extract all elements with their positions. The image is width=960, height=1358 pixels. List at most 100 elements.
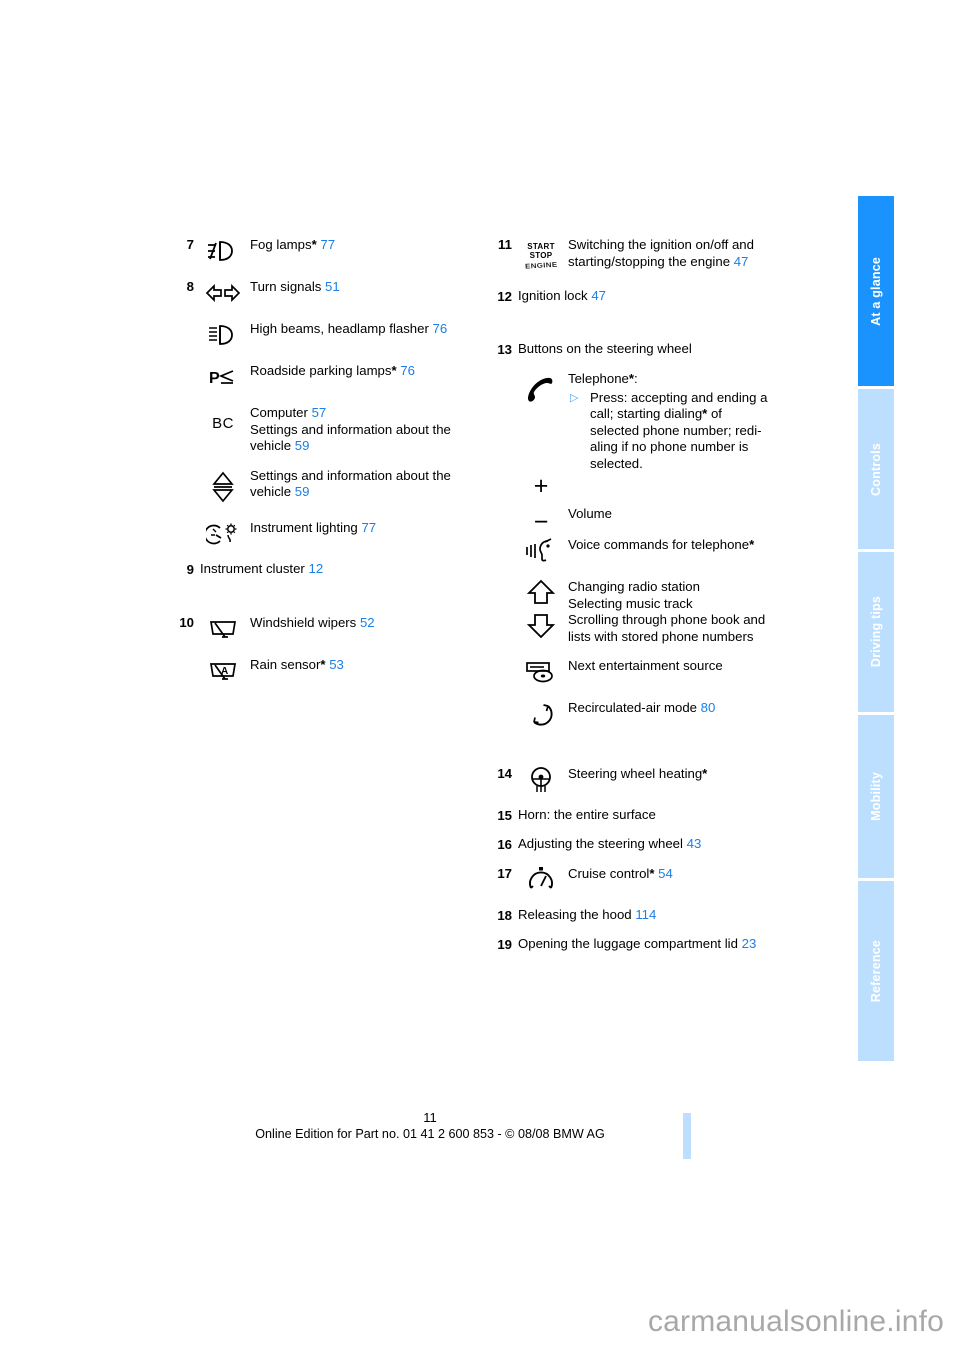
- high-beam-icon: [200, 320, 250, 350]
- list-item-high-beams: High beams, headlamp flasher 76: [168, 320, 478, 350]
- list-item-9: 9 Instrument cluster 12: [168, 561, 478, 578]
- turn-signal-icon: [200, 278, 250, 308]
- item-label-line3: vehicle: [250, 438, 292, 453]
- start-stop-line1: START: [527, 242, 555, 251]
- item-number: 18: [497, 908, 512, 923]
- item-label: Steering wheel heating: [568, 766, 703, 781]
- item-text: Switching the ignition on/off and starti…: [568, 236, 796, 270]
- bullet-line2: call; starting dialing: [590, 406, 703, 421]
- page-reference[interactable]: 57: [312, 405, 327, 420]
- tab-controls[interactable]: Controls: [858, 389, 894, 549]
- page-reference[interactable]: 47: [591, 288, 606, 303]
- item-label: Cruise control: [568, 866, 650, 881]
- item-text: Horn: the entire surface: [518, 807, 796, 824]
- item-number: 7: [186, 237, 194, 252]
- item-label: Next entertainment source: [568, 658, 723, 673]
- tab-at-a-glance[interactable]: At a glance: [858, 196, 894, 386]
- page-reference[interactable]: 47: [734, 254, 749, 269]
- right-column: 11 START STOP ENGINE Switching the ignit…: [486, 236, 796, 955]
- item-text: Buttons on the steering wheel: [518, 341, 796, 358]
- page-footer: 11 Online Edition for Part no. 01 41 2 6…: [0, 1110, 860, 1141]
- page-reference[interactable]: 12: [308, 561, 323, 576]
- page-reference[interactable]: 77: [361, 520, 376, 535]
- list-item-7: 7 Fog lamps* 77: [168, 236, 478, 266]
- page-reference[interactable]: 114: [635, 907, 656, 922]
- page-reference[interactable]: 80: [701, 700, 716, 715]
- minus-icon: −: [533, 508, 549, 536]
- bullet-text: Press: accepting and ending a call; star…: [590, 390, 796, 473]
- start-stop-line2: STOP: [529, 251, 553, 260]
- page-reference[interactable]: 54: [658, 866, 673, 881]
- list-item-13: 13 Buttons on the steering wheel: [486, 341, 796, 358]
- item-text: High beams, headlamp flasher 76: [250, 320, 478, 338]
- item-label: Recirculated-air mode: [568, 700, 697, 715]
- item-label-line2: Settings and information about the: [250, 421, 451, 437]
- page-reference[interactable]: 43: [687, 836, 702, 851]
- fog-lamp-icon: [200, 236, 250, 266]
- tab-mobility[interactable]: Mobility: [858, 715, 894, 878]
- bullet-marker-icon: ▷: [570, 391, 579, 404]
- item-label: Volume: [568, 506, 612, 521]
- left-column: 7 Fog lamps* 77 8 Turn signals 51 High b…: [168, 236, 478, 688]
- page-reference[interactable]: 59: [295, 438, 310, 453]
- recirculated-air-icon: [518, 699, 568, 729]
- item-text: Volume: [568, 484, 796, 523]
- windshield-wiper-icon: [200, 614, 250, 644]
- item-number: 19: [497, 937, 512, 952]
- list-item-instrument-lighting: Instrument lighting 77: [168, 519, 478, 549]
- item-number: 11: [498, 237, 512, 252]
- voice-command-icon: [518, 536, 568, 566]
- item-label-line2: vehicle: [250, 484, 292, 499]
- page-reference[interactable]: 51: [325, 279, 340, 294]
- item-label-line2: starting/stopping the engine: [568, 253, 731, 269]
- optional-marker: *: [311, 237, 317, 252]
- page-reference[interactable]: 23: [742, 936, 757, 951]
- item-text: Turn signals 51: [250, 278, 478, 296]
- tab-reference[interactable]: Reference: [858, 881, 894, 1061]
- list-item-14: 14 Steering wheel heating*: [486, 765, 796, 795]
- list-item-voice-commands: Voice commands for telephone*: [486, 536, 796, 566]
- optional-marker: *: [391, 363, 397, 378]
- page-content: 7 Fog lamps* 77 8 Turn signals 51 High b…: [0, 0, 860, 1060]
- item-label-line4: lists with stored phone numbers: [568, 628, 754, 644]
- tab-driving-tips[interactable]: Driving tips: [858, 552, 894, 712]
- list-item-18: 18 Releasing the hood 114: [486, 907, 796, 924]
- page-reference[interactable]: 53: [329, 657, 344, 672]
- item-label: Settings and information about the: [250, 467, 451, 483]
- item-text: Steering wheel heating*: [568, 765, 796, 783]
- list-item-15: 15 Horn: the entire surface: [486, 807, 796, 824]
- bc-computer-icon: BC: [200, 404, 250, 444]
- cruise-control-icon: [518, 865, 568, 895]
- item-number: 10: [179, 614, 194, 630]
- item-label: Telephone: [568, 371, 629, 386]
- item-text: Telephone*: ▷ Press: accepting and endin…: [568, 370, 796, 472]
- item-text: Changing radio station Selecting music t…: [568, 578, 796, 645]
- page-reference[interactable]: 76: [433, 321, 448, 336]
- item-label: Turn signals: [250, 279, 322, 294]
- instrument-lighting-icon: [200, 519, 250, 549]
- item-label: Releasing the hood: [518, 907, 632, 922]
- list-item-volume: + − Volume: [486, 474, 796, 535]
- page-reference[interactable]: 59: [295, 484, 310, 499]
- item-text: Instrument lighting 77: [250, 519, 478, 537]
- item-label: Roadside parking lamps: [250, 363, 392, 378]
- item-text: Recirculated-air mode 80: [568, 699, 796, 717]
- tab-label: Controls: [869, 442, 883, 496]
- item-text: Roadside parking lamps* 76: [250, 362, 478, 380]
- bullet-line2b: of: [707, 406, 722, 421]
- list-item-11: 11 START STOP ENGINE Switching the ignit…: [486, 236, 796, 276]
- item-label-line2: Selecting music track: [568, 595, 693, 611]
- item-text: Settings and information about the vehic…: [250, 467, 478, 501]
- page-reference[interactable]: 77: [320, 237, 335, 252]
- optional-marker: *: [649, 866, 655, 881]
- item-number: 9: [186, 561, 194, 577]
- item-text: Next entertainment source: [568, 657, 796, 675]
- optional-marker: *: [749, 537, 755, 552]
- page-reference[interactable]: 52: [360, 615, 375, 630]
- tab-label: Driving tips: [869, 596, 883, 668]
- colon: :: [634, 371, 638, 386]
- item-label: Opening the luggage compartment lid: [518, 936, 738, 951]
- item-label: High beams, headlamp flasher: [250, 321, 429, 336]
- item-number: 16: [497, 837, 512, 852]
- page-reference[interactable]: 76: [400, 363, 415, 378]
